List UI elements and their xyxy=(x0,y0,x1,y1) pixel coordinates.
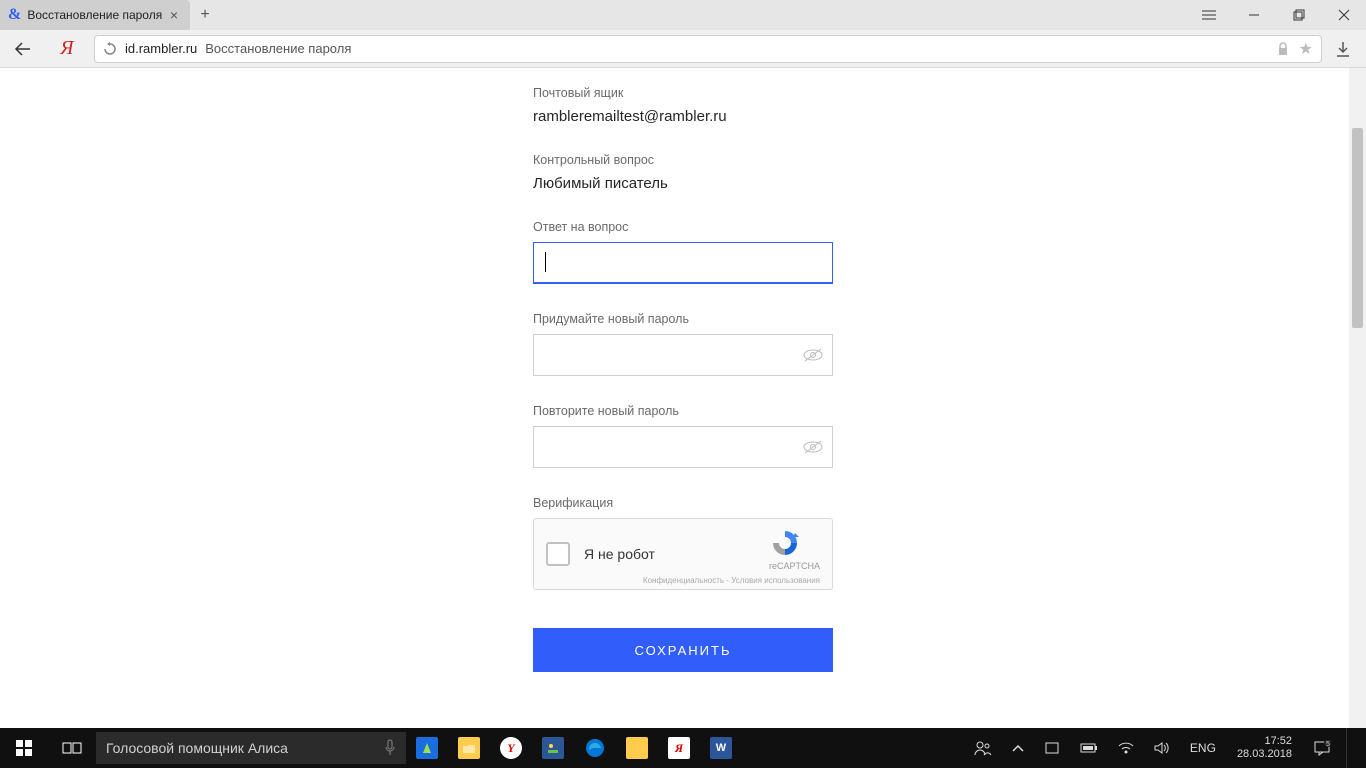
action-center-icon[interactable]: 5 xyxy=(1308,728,1336,768)
repeat-password-input[interactable] xyxy=(533,426,833,468)
mic-icon[interactable] xyxy=(384,739,396,757)
tray-clock[interactable]: 17:52 28.03.2018 xyxy=(1231,735,1298,761)
rambler-favicon-icon: & xyxy=(8,6,21,24)
recaptcha-legal[interactable]: Конфиденциальность - Условия использован… xyxy=(643,576,820,585)
tray-bluetooth-icon[interactable] xyxy=(1039,728,1065,768)
tab-title: Восстановление пароля xyxy=(27,8,165,22)
taskbar-app-1[interactable] xyxy=(406,728,448,768)
new-password-input[interactable] xyxy=(533,334,833,376)
recaptcha-checkbox[interactable] xyxy=(546,542,570,566)
save-button[interactable]: СОХРАНИТЬ xyxy=(533,628,833,672)
tray-language[interactable]: ENG xyxy=(1185,728,1221,768)
bookmark-star-icon[interactable]: ★ xyxy=(1299,39,1313,59)
address-bar: Я id.rambler.ru Восстановление пароля ★ xyxy=(0,30,1366,68)
tray-time: 17:52 xyxy=(1237,735,1292,748)
show-desktop-button[interactable] xyxy=(1346,728,1358,768)
tray-chevron-up-icon[interactable] xyxy=(1007,728,1029,768)
taskbar-apps: Y Я W xyxy=(406,728,742,768)
taskbar-search-text: Голосовой помощник Алиса xyxy=(106,740,288,756)
mailbox-label: Почтовый ящик xyxy=(533,86,833,100)
people-icon[interactable] xyxy=(969,728,997,768)
mailbox-value: rambleremailtest@rambler.ru xyxy=(533,108,833,125)
menu-icon[interactable] xyxy=(1186,0,1231,30)
svg-text:5: 5 xyxy=(1326,741,1330,748)
page-content: Почтовый ящик rambleremailtest@rambler.r… xyxy=(0,68,1366,728)
tray-wifi-icon[interactable] xyxy=(1113,728,1139,768)
tray-battery-icon[interactable] xyxy=(1075,728,1103,768)
scrollbar-thumb[interactable] xyxy=(1352,128,1363,328)
browser-tab[interactable]: & Восстановление пароля × xyxy=(0,0,190,30)
taskbar-app-word[interactable]: W xyxy=(700,728,742,768)
taskbar-app-edge[interactable] xyxy=(574,728,616,768)
reload-icon[interactable] xyxy=(103,42,117,56)
security-question-label: Контрольный вопрос xyxy=(533,153,833,167)
security-question-value: Любимый писатель xyxy=(533,175,833,192)
task-view-button[interactable] xyxy=(48,728,96,768)
minimize-button[interactable] xyxy=(1231,0,1276,30)
start-button[interactable] xyxy=(0,728,48,768)
window-controls xyxy=(1186,0,1366,30)
taskbar-app-yandex[interactable]: Y xyxy=(490,728,532,768)
system-tray: ENG 17:52 28.03.2018 5 xyxy=(969,728,1366,768)
back-button[interactable] xyxy=(6,35,40,63)
titlebar: & Восстановление пароля × + xyxy=(0,0,1366,30)
maximize-button[interactable] xyxy=(1276,0,1321,30)
taskbar-app-explorer[interactable] xyxy=(448,728,490,768)
tab-close-icon[interactable]: × xyxy=(166,7,182,23)
yandex-logo-icon[interactable]: Я xyxy=(44,35,90,63)
url-host: id.rambler.ru xyxy=(125,41,197,56)
taskbar-app-yandex-2[interactable]: Я xyxy=(658,728,700,768)
recaptcha-brand: reCAPTCHA xyxy=(769,561,820,571)
answer-label: Ответ на вопрос xyxy=(533,220,833,234)
url-title: Восстановление пароля xyxy=(205,41,351,56)
verification-label: Верификация xyxy=(533,496,833,510)
taskbar-app-paint[interactable] xyxy=(532,728,574,768)
taskbar-search[interactable]: Голосовой помощник Алиса xyxy=(96,732,406,764)
recaptcha-label: Я не робот xyxy=(584,546,655,562)
taskbar: Голосовой помощник Алиса Y Я W xyxy=(0,728,1366,768)
tray-volume-icon[interactable] xyxy=(1149,728,1175,768)
new-password-label: Придумайте новый пароль xyxy=(533,312,833,326)
new-tab-button[interactable]: + xyxy=(190,0,220,30)
lock-icon xyxy=(1277,42,1289,56)
recaptcha-widget: Я не робот reCAPTCHA Конфиденциальность … xyxy=(533,518,833,590)
close-button[interactable] xyxy=(1321,0,1366,30)
url-field[interactable]: id.rambler.ru Восстановление пароля ★ xyxy=(94,35,1322,63)
repeat-password-label: Повторите новый пароль xyxy=(533,404,833,418)
recaptcha-logo-icon: reCAPTCHA xyxy=(769,527,820,571)
downloads-icon[interactable] xyxy=(1326,35,1360,63)
scrollbar-track[interactable] xyxy=(1349,68,1366,728)
tray-date: 28.03.2018 xyxy=(1237,748,1292,761)
taskbar-app-folder[interactable] xyxy=(616,728,658,768)
answer-input[interactable] xyxy=(533,242,833,284)
text-caret xyxy=(545,252,546,272)
